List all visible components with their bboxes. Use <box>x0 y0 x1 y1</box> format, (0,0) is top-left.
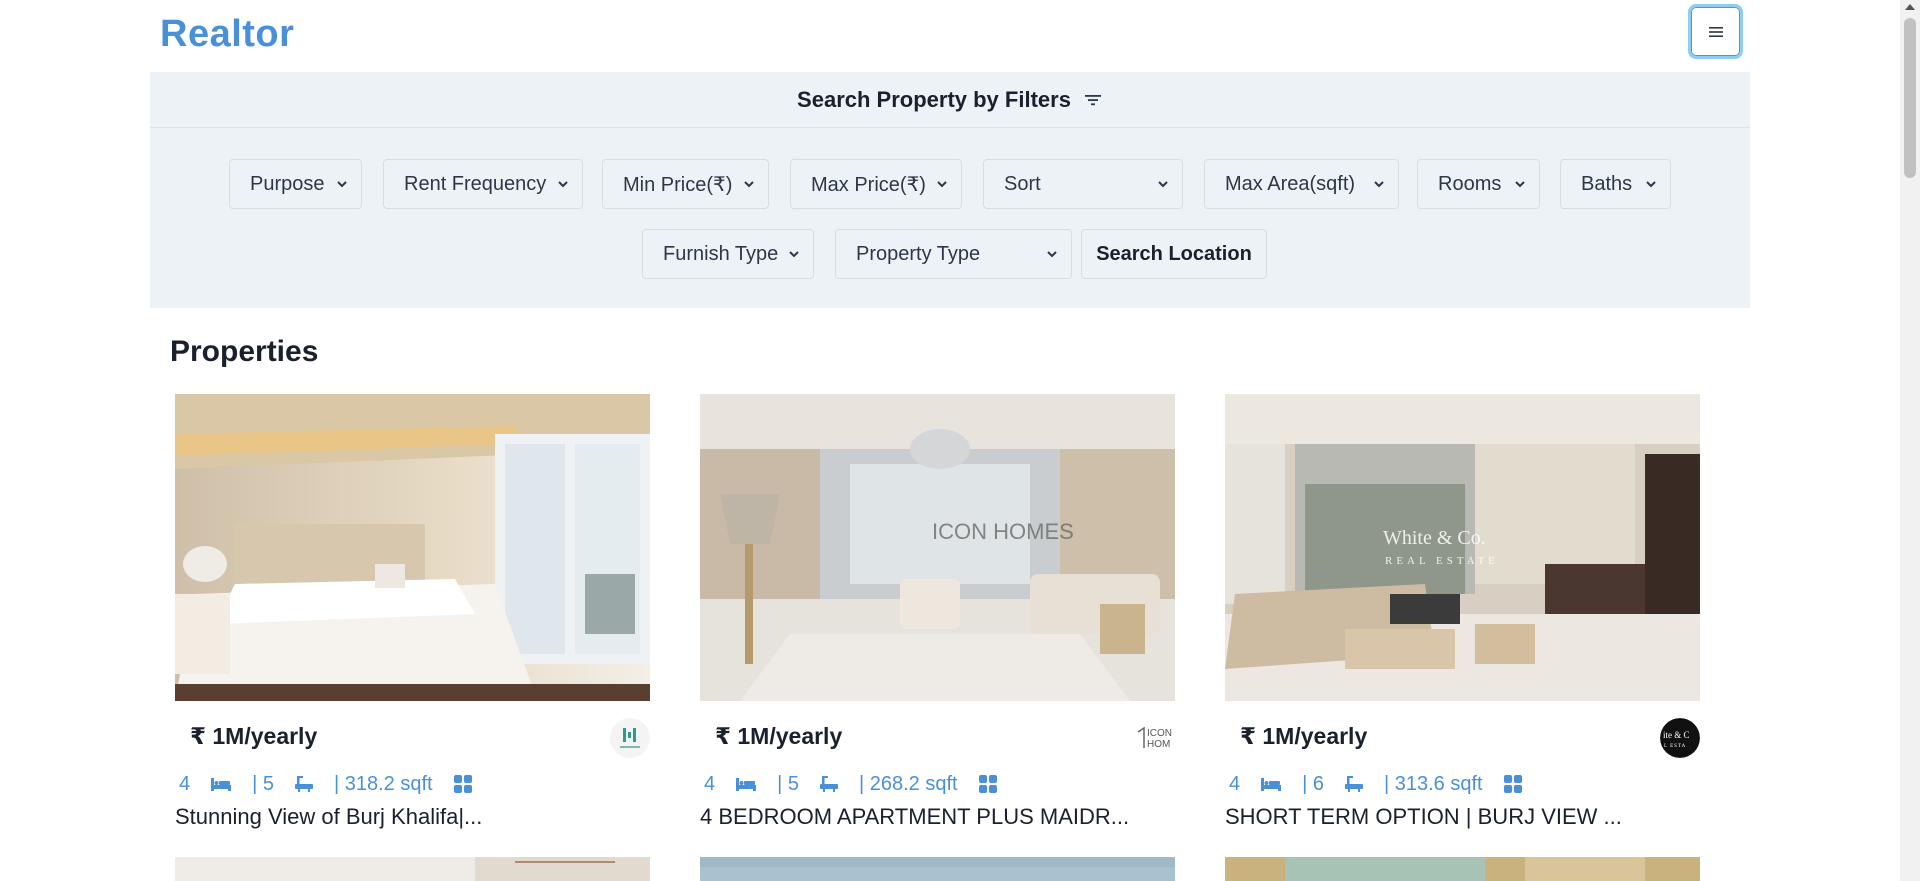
property-title[interactable]: SHORT TERM OPTION | BURJ VIEW ... <box>1225 804 1622 830</box>
chevron-down-icon <box>1646 181 1656 188</box>
max-price-select[interactable]: Max Price(₹) <box>790 159 962 209</box>
rooms-select[interactable]: Rooms <box>1417 159 1540 209</box>
bath-icon <box>820 776 838 792</box>
area-size: | 318.2 sqft <box>334 772 433 795</box>
bath-icon <box>295 776 313 792</box>
property-price: ₹ 1M/yearly <box>190 723 318 749</box>
property-card[interactable]: ICON HOMES ₹ 1M/yearly ICON HOM 4 | 5 | 2… <box>700 394 1175 829</box>
filters-header[interactable]: Search Property by Filters <box>150 72 1750 128</box>
bath-icon <box>1345 776 1363 792</box>
chevron-down-icon <box>1515 181 1525 188</box>
menu-button[interactable] <box>1688 4 1743 59</box>
scrollbar-thumb[interactable] <box>1904 18 1916 178</box>
purpose-select[interactable]: Purpose <box>229 159 362 209</box>
rooms-count: 4 <box>704 772 716 795</box>
agency-logo: ICON HOM <box>1135 718 1175 758</box>
property-card[interactable]: White & Co. REAL ESTATE ₹ 1M/yearly ite … <box>1225 394 1700 829</box>
hamburger-icon <box>1708 26 1723 37</box>
filters-title: Search Property by Filters <box>797 86 1071 112</box>
svg-text:ICON: ICON <box>1147 728 1172 739</box>
property-photo-bedroom[interactable] <box>175 394 650 701</box>
sort-select-label: Sort <box>1004 172 1041 195</box>
watermark-text: ICON HOMES <box>932 519 1074 544</box>
area-size: | 268.2 sqft <box>859 772 958 795</box>
max-area-select[interactable]: Max Area(sqft) <box>1204 159 1399 209</box>
property-type-select[interactable]: Property Type <box>835 229 1072 279</box>
brand-logo[interactable]: Realtor <box>160 13 294 56</box>
agency-logo <box>610 718 650 758</box>
property-meta: 4 | 5 | 268.2 sqft <box>704 769 1018 799</box>
scroll-up-arrow-icon[interactable] <box>1905 4 1915 10</box>
min-price-select[interactable]: Min Price(₹) <box>602 159 769 209</box>
rooms-count: 4 <box>179 772 191 795</box>
rooms-select-label: Rooms <box>1438 172 1502 195</box>
furnish-type-select[interactable]: Furnish Type <box>642 229 814 279</box>
sort-select[interactable]: Sort <box>983 159 1183 209</box>
baths-count: | 6 <box>1302 772 1324 795</box>
property-title[interactable]: 4 BEDROOM APARTMENT PLUS MAIDR... <box>700 804 1129 830</box>
bed-icon <box>1261 778 1282 791</box>
svg-text:HOM: HOM <box>1147 739 1170 750</box>
page-scrollbar[interactable] <box>1900 0 1920 881</box>
top-navbar: Realtor <box>150 0 1750 72</box>
property-photo-peek[interactable] <box>700 857 1175 881</box>
property-type-select-label: Property Type <box>856 242 981 265</box>
chevron-down-icon <box>789 251 799 258</box>
rent-frequency-select-label: Rent Frequency <box>404 172 547 195</box>
filter-lines-icon <box>1084 94 1101 105</box>
baths-count: | 5 <box>777 772 799 795</box>
baths-select[interactable]: Baths <box>1560 159 1671 209</box>
chevron-down-icon <box>937 181 947 188</box>
property-meta: 4 | 6 | 313.6 sqft <box>1229 769 1543 799</box>
grid-icon <box>978 775 997 793</box>
property-photo-living-room[interactable]: ICON HOMES <box>700 394 1175 701</box>
price-row: ₹ 1M/yearly ICON HOM <box>715 716 1175 758</box>
furnish-type-select-label: Furnish Type <box>663 242 779 265</box>
property-title[interactable]: Stunning View of Burj Khalifa|... <box>175 804 482 830</box>
chevron-down-icon <box>558 181 568 188</box>
property-price: ₹ 1M/yearly <box>1240 723 1368 749</box>
area-size: | 313.6 sqft <box>1384 772 1483 795</box>
property-photo-peek[interactable] <box>1225 857 1700 881</box>
agency-logo: ite & C L ESTA <box>1660 718 1700 758</box>
watermark-subtext: REAL ESTATE <box>1385 555 1499 567</box>
property-photo-peek[interactable] <box>175 857 650 881</box>
properties-heading: Properties <box>170 335 319 368</box>
bed-icon <box>736 778 757 791</box>
watermark-text: White & Co. <box>1383 527 1486 549</box>
price-row: ₹ 1M/yearly ite & C L ESTA <box>1240 716 1700 758</box>
min-price-select-label: Min Price(₹) <box>623 173 733 196</box>
search-location-button[interactable]: Search Location <box>1081 229 1267 279</box>
chevron-down-icon <box>1047 251 1057 258</box>
property-photo-lounge[interactable]: White & Co. REAL ESTATE <box>1225 394 1700 701</box>
property-price: ₹ 1M/yearly <box>715 723 843 749</box>
chevron-down-icon <box>337 181 347 188</box>
purpose-select-label: Purpose <box>250 172 325 195</box>
rent-frequency-select[interactable]: Rent Frequency <box>383 159 583 209</box>
chevron-down-icon <box>744 181 754 188</box>
max-area-select-label: Max Area(sqft) <box>1225 172 1356 195</box>
svg-text:L ESTA: L ESTA <box>1664 744 1686 749</box>
rooms-count: 4 <box>1229 772 1241 795</box>
bed-icon <box>211 778 232 791</box>
property-meta: 4 | 5 | 318.2 sqft <box>179 769 493 799</box>
price-row: ₹ 1M/yearly <box>190 716 650 758</box>
filters-panel: Search Property by Filters Purpose Rent … <box>150 72 1750 308</box>
grid-icon <box>1503 775 1522 793</box>
page-container: Realtor Search Property by Filters Purpo… <box>150 0 1750 881</box>
svg-text:ite & C: ite & C <box>1663 730 1690 740</box>
grid-icon <box>453 775 472 793</box>
max-price-select-label: Max Price(₹) <box>811 173 926 196</box>
baths-count: | 5 <box>252 772 274 795</box>
property-card[interactable]: ₹ 1M/yearly 4 | 5 | 318.2 sqft Stunning … <box>175 394 650 829</box>
chevron-down-icon <box>1374 181 1384 188</box>
chevron-down-icon <box>1158 181 1168 188</box>
baths-select-label: Baths <box>1581 172 1633 195</box>
